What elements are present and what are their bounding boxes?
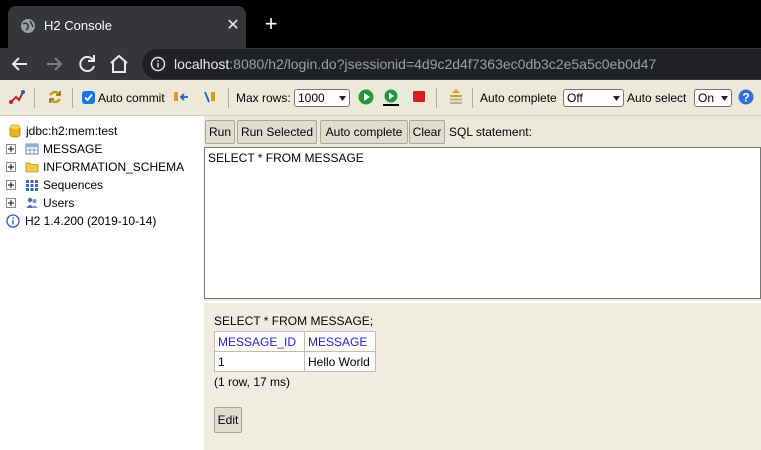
- expand-icon[interactable]: [6, 180, 16, 190]
- database-icon: [9, 124, 21, 138]
- expand-icon[interactable]: [6, 198, 16, 208]
- clear-button[interactable]: Clear: [409, 120, 445, 144]
- chevron-down-icon: [339, 96, 346, 101]
- run-icon[interactable]: [357, 88, 375, 106]
- toolbar-separator: [436, 88, 437, 108]
- info-icon: [6, 214, 20, 228]
- auto-complete-select[interactable]: Off: [563, 89, 624, 107]
- toolbar-separator: [34, 88, 35, 108]
- run-selected-icon[interactable]: [382, 88, 400, 106]
- query-panel: Run Run Selected Auto complete Clear SQL…: [204, 116, 761, 301]
- auto-select-label: Auto select: [627, 91, 687, 105]
- result-panel: SELECT * FROM MESSAGE; MESSAGE_ID MESSAG…: [204, 303, 761, 450]
- toolbar-separator: [228, 88, 229, 108]
- max-rows-label: Max rows:: [236, 91, 291, 105]
- toolbar-separator: [472, 88, 473, 108]
- tree-item-label: INFORMATION_SCHEMA: [43, 160, 185, 174]
- tab-close-icon[interactable]: ✕: [224, 17, 242, 35]
- url-host: localhost: [174, 56, 230, 72]
- globe-icon: [21, 19, 35, 33]
- chevron-down-icon: [613, 96, 620, 101]
- url-path: :8080/h2/login.do?jsessionid=4d9c2d4f736…: [229, 56, 657, 72]
- expand-icon[interactable]: [6, 162, 16, 172]
- forward-icon[interactable]: [42, 52, 66, 76]
- help-icon[interactable]: ?: [737, 88, 755, 106]
- auto-complete-value: Off: [567, 91, 583, 105]
- version-label: H2 1.4.200 (2019-10-14): [25, 214, 157, 228]
- max-rows-value: 1000: [298, 91, 325, 105]
- sql-text: SELECT * FROM MESSAGE: [208, 151, 364, 165]
- check-icon: [84, 93, 93, 102]
- auto-complete-button[interactable]: Auto complete: [320, 120, 408, 144]
- info-icon[interactable]: [150, 56, 166, 72]
- tree-root-label: jdbc:h2:mem:test: [26, 124, 118, 138]
- run-button[interactable]: Run: [205, 120, 235, 144]
- table-icon: [25, 143, 39, 155]
- tree-item-label: Users: [43, 196, 75, 210]
- browser-tab[interactable]: H2 Console ✕: [8, 6, 246, 48]
- table-cell: Hello World: [304, 351, 376, 372]
- result-meta: (1 row, 17 ms): [214, 375, 291, 389]
- result-table: MESSAGE_ID MESSAGE 1 Hello World: [214, 331, 376, 372]
- sql-editor[interactable]: SELECT * FROM MESSAGE: [204, 147, 761, 299]
- chevron-down-icon: [721, 96, 728, 101]
- column-header[interactable]: MESSAGE_ID: [214, 331, 305, 352]
- browser-toolbar: localhost:8080/h2/login.do?jsessionid=4d…: [0, 48, 761, 80]
- reload-icon[interactable]: [75, 52, 99, 76]
- sql-statement-label: SQL statement:: [449, 125, 532, 139]
- users-icon: [26, 197, 38, 208]
- folder-icon: [25, 162, 39, 173]
- svg-text:?: ?: [742, 91, 749, 105]
- edit-button[interactable]: Edit: [214, 407, 242, 433]
- result-header-row: MESSAGE_ID MESSAGE: [214, 331, 376, 352]
- stop-icon[interactable]: [410, 88, 428, 106]
- home-icon[interactable]: [107, 52, 131, 76]
- result-statement: SELECT * FROM MESSAGE;: [214, 314, 374, 328]
- auto-select-value: On: [698, 91, 715, 105]
- disconnect-icon[interactable]: [8, 88, 26, 106]
- tab-title: H2 Console: [44, 18, 112, 33]
- table-cell: 1: [214, 351, 305, 372]
- expand-icon[interactable]: [6, 144, 16, 154]
- h2-toolbar: Auto commit Max rows: 1000 Auto complete…: [0, 80, 761, 116]
- auto-commit-checkbox[interactable]: [82, 91, 95, 104]
- table-row: 1 Hello World: [214, 351, 376, 372]
- commit-icon[interactable]: [202, 88, 220, 106]
- toolbar-separator: [72, 88, 73, 108]
- auto-complete-label: Auto complete: [480, 91, 557, 105]
- sequence-icon: [26, 180, 38, 191]
- new-tab-button[interactable]: +: [260, 13, 282, 35]
- column-header[interactable]: MESSAGE: [304, 331, 376, 352]
- tree-item-label: Sequences: [43, 178, 104, 192]
- tree-item-label: MESSAGE: [43, 142, 103, 156]
- refresh-icon[interactable]: [46, 88, 64, 106]
- address-bar[interactable]: localhost:8080/h2/login.do?jsessionid=4d…: [142, 49, 761, 79]
- max-rows-select[interactable]: 1000: [294, 89, 350, 107]
- history-icon[interactable]: [447, 88, 465, 106]
- schema-tree: jdbc:h2:mem:test MESSAGE INFORMATION_SCH…: [0, 116, 200, 450]
- back-icon[interactable]: [8, 52, 32, 76]
- rollback-icon[interactable]: [172, 88, 190, 106]
- auto-select-select[interactable]: On: [694, 89, 732, 107]
- auto-commit-label: Auto commit: [98, 91, 165, 105]
- browser-tab-strip: H2 Console ✕ +: [0, 0, 761, 48]
- url-text: localhost:8080/h2/login.do?jsessionid=4d…: [174, 55, 656, 73]
- run-selected-button[interactable]: Run Selected: [237, 120, 317, 144]
